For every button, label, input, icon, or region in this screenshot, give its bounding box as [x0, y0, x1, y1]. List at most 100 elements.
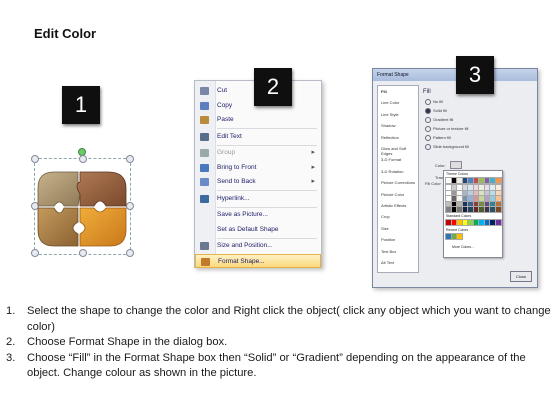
color-swatch[interactable]: [494, 219, 502, 226]
color-swatch[interactable]: [489, 177, 496, 184]
color-swatch[interactable]: [478, 184, 485, 191]
color-swatch[interactable]: [489, 195, 496, 202]
color-swatch[interactable]: [472, 184, 480, 191]
close-button[interactable]: Close: [510, 271, 532, 282]
color-swatch[interactable]: [456, 233, 463, 240]
color-swatch[interactable]: [472, 219, 480, 226]
color-swatch[interactable]: [456, 206, 463, 213]
menu-item-send-to-back[interactable]: Send to Back ▸: [195, 175, 321, 189]
color-swatch[interactable]: [478, 206, 485, 213]
puzzle-shape[interactable]: [34, 166, 130, 252]
color-swatch[interactable]: [445, 177, 452, 184]
color-swatch[interactable]: [489, 189, 496, 197]
color-swatch[interactable]: [450, 177, 458, 184]
color-swatch[interactable]: [494, 195, 502, 202]
menu-item-hyperlink[interactable]: Hyperlink...: [195, 192, 321, 206]
color-swatch[interactable]: [483, 219, 491, 226]
color-swatch[interactable]: [450, 206, 458, 213]
color-swatch[interactable]: [456, 200, 463, 208]
color-swatch[interactable]: [494, 184, 502, 191]
nav-item[interactable]: Shadow: [381, 123, 395, 128]
color-swatch[interactable]: [461, 195, 469, 202]
nav-item[interactable]: Artistic Effects: [381, 203, 406, 208]
nav-item[interactable]: Fill: [381, 89, 387, 94]
color-swatch[interactable]: [467, 200, 474, 208]
color-swatch[interactable]: [461, 189, 469, 197]
more-colors-link[interactable]: More Colors...: [452, 245, 474, 249]
resize-handle[interactable]: [79, 155, 87, 163]
color-swatch[interactable]: [489, 200, 496, 208]
color-swatch[interactable]: [445, 200, 452, 208]
color-swatch[interactable]: [445, 189, 452, 197]
color-picker-button[interactable]: [450, 161, 462, 169]
fill-option[interactable]: No fill: [425, 99, 443, 105]
color-swatch[interactable]: [483, 189, 491, 197]
color-swatch[interactable]: [461, 219, 469, 226]
color-swatch[interactable]: [467, 184, 474, 191]
menu-item-set-as-default-shape[interactable]: Set as Default Shape: [195, 223, 321, 237]
color-swatch[interactable]: [461, 206, 469, 213]
menu-item-edit-text[interactable]: Edit Text: [195, 130, 321, 144]
color-swatch[interactable]: [467, 195, 474, 202]
nav-item[interactable]: Line Style: [381, 112, 399, 117]
color-swatch[interactable]: [472, 189, 480, 197]
fill-option[interactable]: Gradient fill: [425, 117, 453, 123]
nav-item[interactable]: Picture Color: [381, 192, 404, 197]
nav-item[interactable]: Glow and Soft Edges: [381, 146, 418, 156]
color-swatch[interactable]: [494, 177, 502, 184]
color-swatch[interactable]: [478, 195, 485, 202]
fill-option[interactable]: Pattern fill: [425, 135, 451, 141]
color-swatch[interactable]: [450, 219, 458, 226]
color-swatch[interactable]: [472, 177, 480, 184]
color-swatch[interactable]: [494, 189, 502, 197]
fill-option[interactable]: Picture or texture fill: [425, 126, 468, 132]
color-swatch[interactable]: [450, 233, 458, 240]
menu-item-format-shape[interactable]: Format Shape...: [195, 253, 321, 268]
color-swatch[interactable]: [450, 184, 458, 191]
color-swatch[interactable]: [445, 206, 452, 213]
color-swatch[interactable]: [461, 177, 469, 184]
menu-item-size-and-position[interactable]: Size and Position...: [195, 239, 321, 253]
color-swatch[interactable]: [467, 189, 474, 197]
color-swatch[interactable]: [467, 219, 474, 226]
color-swatch[interactable]: [483, 184, 491, 191]
color-swatch[interactable]: [489, 184, 496, 191]
fill-option[interactable]: Slide background fill: [425, 144, 469, 150]
color-swatch[interactable]: [472, 200, 480, 208]
color-swatch[interactable]: [445, 184, 452, 191]
color-swatch[interactable]: [445, 195, 452, 202]
color-swatch[interactable]: [494, 200, 502, 208]
nav-item[interactable]: 3-D Format: [381, 157, 401, 162]
color-swatch[interactable]: [450, 189, 458, 197]
menu-item-paste[interactable]: Paste: [195, 113, 321, 127]
nav-item[interactable]: Text Box: [381, 249, 396, 254]
fill-option[interactable]: Solid fill: [425, 108, 447, 114]
color-swatch[interactable]: [456, 177, 463, 184]
nav-item[interactable]: Reflection: [381, 135, 399, 140]
color-swatch[interactable]: [478, 219, 485, 226]
nav-item[interactable]: Line Color: [381, 100, 399, 105]
menu-item-save-as-picture[interactable]: Save as Picture...: [195, 208, 321, 222]
nav-item[interactable]: Size: [381, 226, 389, 231]
color-swatch[interactable]: [483, 195, 491, 202]
color-swatch[interactable]: [478, 177, 485, 184]
color-swatch[interactable]: [445, 233, 452, 240]
color-swatch[interactable]: [450, 195, 458, 202]
nav-item[interactable]: 3-D Rotation: [381, 169, 403, 174]
color-swatch[interactable]: [489, 219, 496, 226]
nav-item[interactable]: Alt Text: [381, 260, 394, 265]
color-swatch[interactable]: [494, 206, 502, 213]
color-swatch[interactable]: [478, 189, 485, 197]
color-swatch[interactable]: [461, 200, 469, 208]
color-swatch[interactable]: [472, 206, 480, 213]
color-swatch[interactable]: [445, 219, 452, 226]
nav-item[interactable]: Picture Corrections: [381, 180, 415, 185]
resize-handle[interactable]: [31, 155, 39, 163]
color-swatch[interactable]: [478, 200, 485, 208]
color-swatch[interactable]: [483, 177, 491, 184]
nav-item[interactable]: Crop: [381, 214, 390, 219]
color-swatch[interactable]: [472, 195, 480, 202]
color-swatch[interactable]: [467, 177, 474, 184]
color-swatch[interactable]: [456, 189, 463, 197]
color-swatch[interactable]: [461, 184, 469, 191]
